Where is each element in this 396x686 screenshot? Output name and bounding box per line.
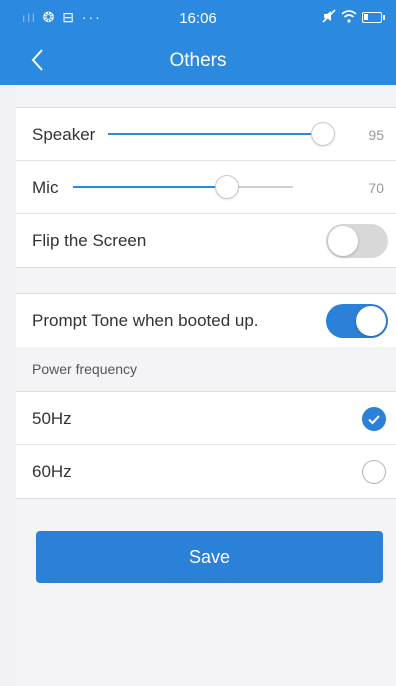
speaker-value: 95 xyxy=(368,127,384,143)
audio-settings-group: Speaker 95 Mic 70 Flip the Screen xyxy=(16,107,396,268)
speaker-label: Speaker xyxy=(32,125,96,144)
option-60hz-radio[interactable] xyxy=(362,460,386,484)
flip-screen-label: Flip the Screen xyxy=(32,231,147,250)
mic-slider-fill xyxy=(73,186,227,188)
flip-screen-toggle[interactable] xyxy=(326,224,388,258)
option-60hz-row[interactable]: 60Hz xyxy=(16,445,396,498)
prompt-tone-row: Prompt Tone when booted up. xyxy=(16,294,396,347)
wifi-icon xyxy=(341,9,357,26)
mic-row: Mic 70 xyxy=(16,161,396,214)
option-50hz-radio[interactable] xyxy=(362,407,386,431)
mic-slider-knob[interactable] xyxy=(215,175,239,199)
option-50hz-label: 50Hz xyxy=(32,409,72,428)
option-50hz-row[interactable]: 50Hz xyxy=(16,392,396,445)
mic-slider[interactable] xyxy=(73,175,293,199)
prompt-tone-group: Prompt Tone when booted up. xyxy=(16,293,396,348)
toggle-knob xyxy=(328,226,358,256)
nav-bar: Others xyxy=(0,34,396,85)
mic-label: Mic xyxy=(32,178,59,197)
power-frequency-options: 50Hz 60Hz xyxy=(16,392,396,499)
power-frequency-header: Power frequency xyxy=(16,347,396,392)
flip-screen-row: Flip the Screen xyxy=(16,214,396,267)
speaker-slider-knob[interactable] xyxy=(310,122,335,146)
mute-icon xyxy=(322,9,336,26)
option-60hz-label: 60Hz xyxy=(32,462,72,481)
status-bar: ıll ❂ ⊟ ··· 16:06 xyxy=(0,0,396,34)
mic-value: 70 xyxy=(368,180,384,196)
prompt-tone-label: Prompt Tone when booted up. xyxy=(32,311,259,330)
toggle-knob xyxy=(356,306,386,336)
status-right-icons xyxy=(322,9,385,26)
prompt-tone-toggle[interactable] xyxy=(326,304,388,338)
speaker-slider[interactable] xyxy=(108,122,335,146)
checkmark-icon xyxy=(368,415,380,425)
speaker-row: Speaker 95 xyxy=(16,108,396,161)
page-title: Others xyxy=(169,50,227,71)
save-button[interactable]: Save xyxy=(36,531,383,583)
power-frequency-title: Power frequency xyxy=(32,361,138,377)
speaker-slider-fill xyxy=(108,133,323,135)
battery-icon xyxy=(362,12,385,23)
